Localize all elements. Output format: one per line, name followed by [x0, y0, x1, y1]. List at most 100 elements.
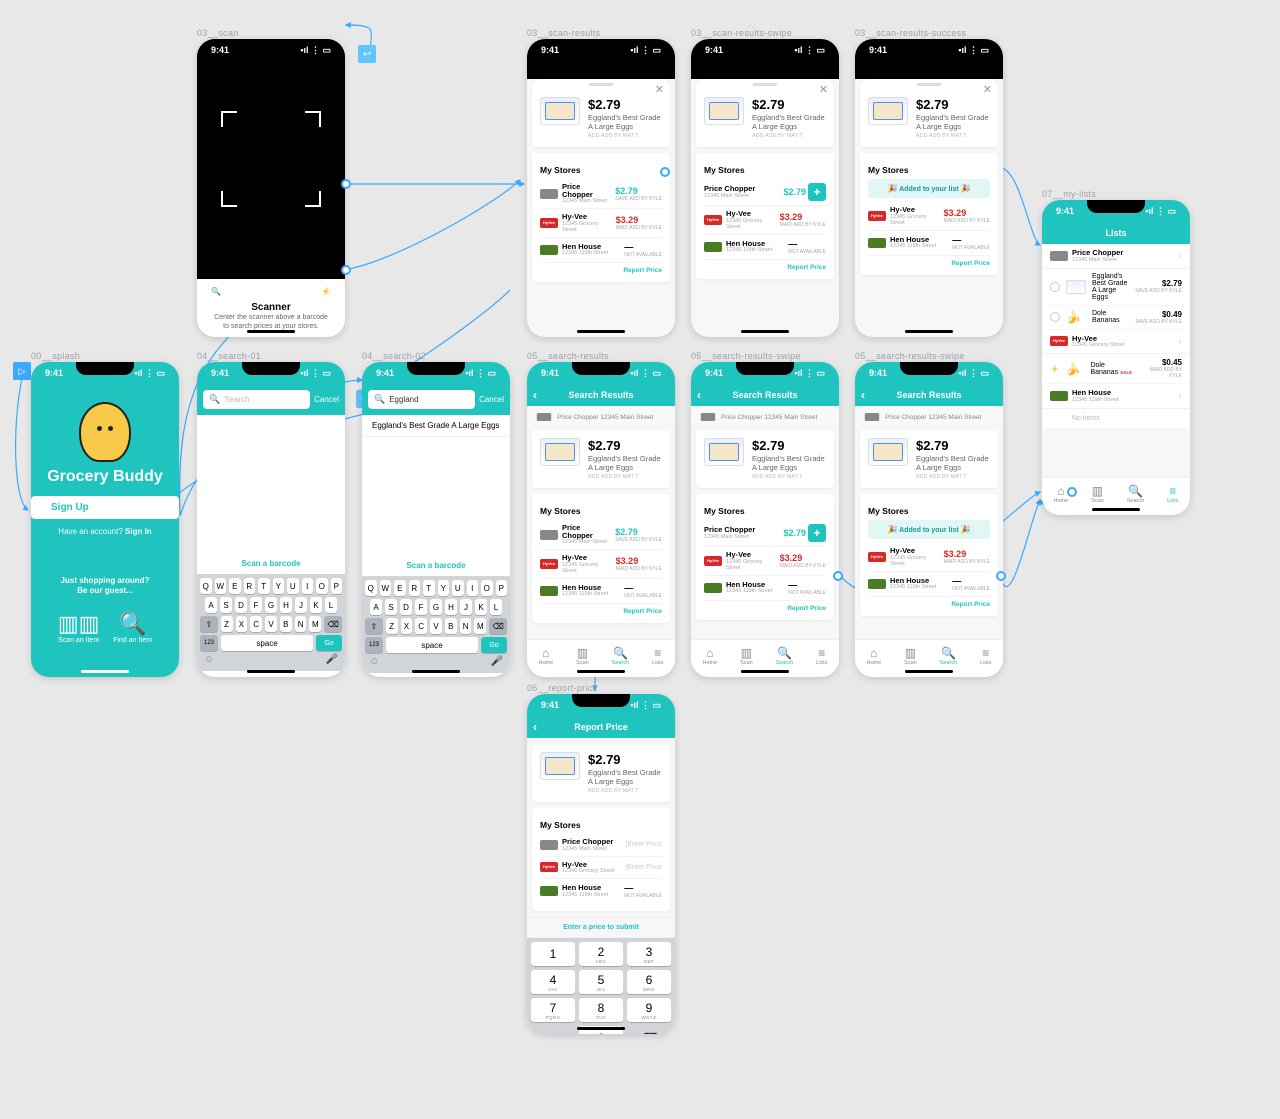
cancel-button[interactable]: Cancel	[479, 395, 504, 404]
letter-key[interactable]: L	[325, 597, 337, 613]
letter-key[interactable]: R	[409, 580, 421, 596]
num-key[interactable]: 4GHI	[531, 970, 575, 994]
letter-key[interactable]: E	[229, 578, 241, 594]
tab-home[interactable]: ⌂Home	[539, 646, 554, 666]
letter-key[interactable]: G	[265, 597, 277, 613]
letter-key[interactable]: Y	[273, 578, 285, 594]
letter-key[interactable]: I	[467, 580, 479, 596]
letter-key[interactable]: B	[280, 616, 292, 632]
letter-key[interactable]: X	[401, 618, 413, 634]
letter-key[interactable]: A	[205, 597, 217, 613]
letter-key[interactable]: V	[430, 618, 442, 634]
num-key[interactable]: 6MNO	[627, 970, 671, 994]
tab-lists[interactable]: ≡Lists	[652, 646, 663, 666]
num-key[interactable]: 8TUV	[579, 998, 623, 1022]
cancel-button[interactable]: Cancel	[314, 395, 339, 404]
num-key[interactable]: 7PQRS	[531, 998, 575, 1022]
search-icon[interactable]: 🔍	[211, 287, 221, 296]
find-item-button[interactable]: 🔍Find an Item	[113, 611, 152, 644]
letter-key[interactable]: W	[215, 578, 227, 594]
letter-key[interactable]: Q	[365, 580, 377, 596]
letter-key[interactable]: T	[258, 578, 270, 594]
list-store-header[interactable]: Hen House12345 119th Street›	[1042, 384, 1190, 409]
tab-scan[interactable]: ▥Scan	[576, 646, 589, 666]
price-entry-row[interactable]: HyVeeHy-Vee12345 Grocery Street[Enter Pr…	[540, 857, 662, 880]
letter-key[interactable]: M	[309, 616, 321, 632]
search-suggestion[interactable]: Eggland's Best Grade A Large Eggs	[362, 415, 510, 437]
letter-key[interactable]: P	[331, 578, 343, 594]
tab-home[interactable]: ⌂Home	[1054, 484, 1069, 504]
numeric-key[interactable]: 123	[200, 635, 218, 651]
num-key[interactable]: 1	[531, 942, 575, 966]
list-store-header[interactable]: Price Chopper12345 Main Street›	[1042, 244, 1190, 269]
list-item[interactable]: +🍌Dole BananasSALE$0.45MAID ADD BY KYLE	[1042, 354, 1190, 384]
letter-key[interactable]: T	[423, 580, 435, 596]
emoji-key[interactable]: ☺	[204, 654, 214, 665]
shift-key[interactable]: ⇧	[200, 616, 218, 632]
letter-key[interactable]: I	[302, 578, 314, 594]
drag-handle-icon[interactable]	[589, 83, 613, 86]
letter-key[interactable]: Z	[386, 618, 398, 634]
letter-key[interactable]: N	[295, 616, 307, 632]
search-input[interactable]: 🔍Eggland	[368, 390, 475, 409]
close-icon[interactable]: ✕	[983, 83, 992, 96]
back-icon[interactable]: ‹	[533, 720, 537, 734]
num-key[interactable]: 9WXYZ	[627, 998, 671, 1022]
letter-key[interactable]: H	[445, 599, 457, 615]
backspace-key[interactable]: ⌫	[324, 616, 342, 632]
store-row[interactable]: Price Chopper12345 Main Street $2.79SAVE…	[540, 179, 662, 209]
store-row[interactable]: HyVee Hy-Vee12345 Grocery Street $3.29MA…	[540, 209, 662, 238]
search-input[interactable]: 🔍Search	[203, 390, 310, 409]
back-icon[interactable]: ‹	[533, 388, 537, 402]
letter-key[interactable]: K	[310, 597, 322, 613]
mic-key[interactable]: 🎤	[326, 654, 338, 665]
letter-key[interactable]: D	[235, 597, 247, 613]
keyboard[interactable]: QWERTYUIOP ASDFGHJKL ⇧ZXCVBNM⌫ 123spaceG…	[197, 574, 345, 671]
loop-badge-scan[interactable]: ↩	[358, 45, 376, 63]
num-key[interactable]: 2ABC	[579, 942, 623, 966]
letter-key[interactable]: M	[474, 618, 486, 634]
letter-key[interactable]: R	[244, 578, 256, 594]
store-row[interactable]: Hen House12345 119th Street —NOT AVAILAB…	[540, 238, 662, 263]
scan-barcode-link[interactable]: Scan a barcode	[362, 555, 510, 576]
close-icon[interactable]: ✕	[655, 83, 664, 96]
letter-key[interactable]: L	[490, 599, 502, 615]
flash-icon[interactable]: ⚡	[321, 287, 331, 296]
list-item[interactable]: Eggland's Best Grade A Large Eggs$2.79SA…	[1042, 269, 1190, 306]
keyboard[interactable]: QWERTYUIOP ASDFGHJKL ⇧ZXCVBNM⌫ 123spaceG…	[362, 576, 510, 673]
play-badge[interactable]: ▷	[13, 362, 31, 380]
letter-key[interactable]: G	[430, 599, 442, 615]
num-key[interactable]: 5JKL	[579, 970, 623, 994]
letter-key[interactable]: N	[460, 618, 472, 634]
enter-price-field[interactable]: [Enter Price	[625, 841, 662, 848]
signup-button[interactable]: Sign Up	[31, 496, 179, 519]
price-entry-row[interactable]: Hen House12345 119th Street—NOT AVAILABL…	[540, 879, 662, 903]
letter-key[interactable]: X	[236, 616, 248, 632]
letter-key[interactable]: O	[316, 578, 328, 594]
letter-key[interactable]: K	[475, 599, 487, 615]
letter-key[interactable]: J	[295, 597, 307, 613]
letter-key[interactable]: Q	[200, 578, 212, 594]
num-key[interactable]: 3DEF	[627, 942, 671, 966]
report-price-link[interactable]: Report Price	[540, 263, 662, 274]
go-key[interactable]: Go	[316, 635, 342, 651]
letter-key[interactable]: B	[445, 618, 457, 634]
price-entry-row[interactable]: Price Chopper12345 Main Street[Enter Pri…	[540, 834, 662, 857]
letter-key[interactable]: Y	[438, 580, 450, 596]
checkbox[interactable]	[1050, 282, 1060, 292]
submit-price-button[interactable]: Enter a price to submit	[527, 917, 675, 938]
signin-link[interactable]: Have an account? Sign In	[31, 527, 179, 536]
close-icon[interactable]: ✕	[819, 83, 828, 96]
tab-lists[interactable]: ≡Lists	[1167, 484, 1178, 504]
letter-key[interactable]: H	[280, 597, 292, 613]
add-to-list-button[interactable]: +	[808, 524, 826, 542]
back-icon[interactable]: ‹	[697, 388, 701, 402]
store-row-swiped[interactable]: Price Chopper12345 Main Street $2.79 +	[704, 179, 826, 206]
scan-item-button[interactable]: ▥▥Scan an Item	[58, 611, 100, 644]
letter-key[interactable]: O	[481, 580, 493, 596]
letter-key[interactable]: U	[287, 578, 299, 594]
enter-price-field[interactable]: [Enter Price	[625, 864, 662, 871]
letter-key[interactable]: E	[394, 580, 406, 596]
letter-key[interactable]: V	[265, 616, 277, 632]
space-key[interactable]: space	[221, 635, 313, 651]
